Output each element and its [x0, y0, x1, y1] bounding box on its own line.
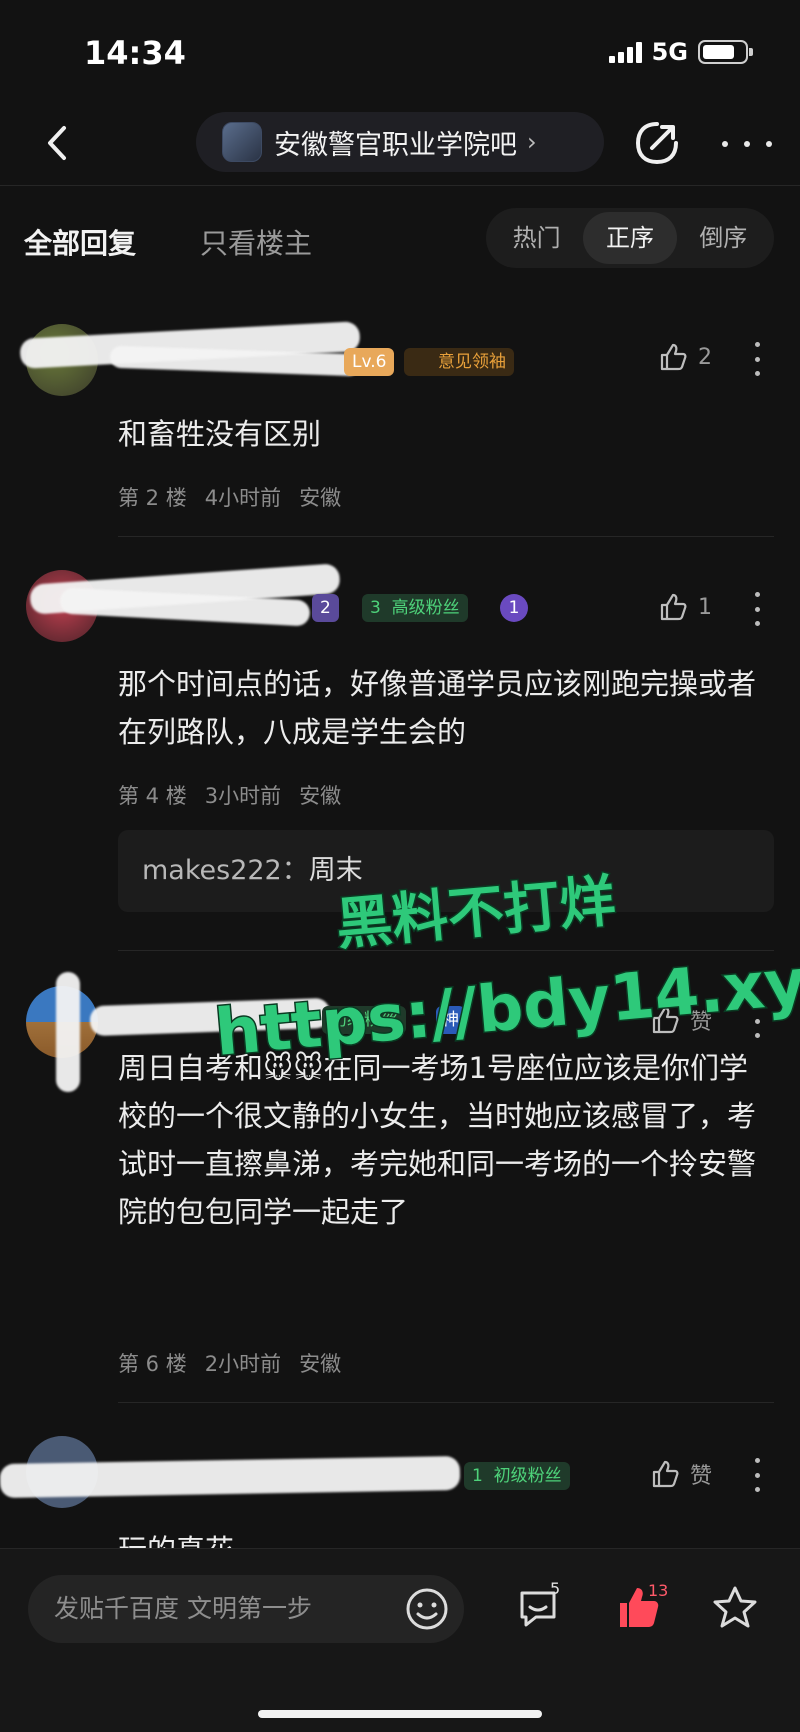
divider: [118, 1402, 774, 1403]
purple-medal-icon: 1: [500, 594, 528, 622]
fan-level-badge: 1 初级粉丝: [464, 1462, 570, 1490]
post-time: 2小时前: [204, 1352, 282, 1376]
status-icons: 5G: [608, 38, 753, 66]
floor-number: 第 2 楼: [118, 486, 187, 510]
thumbs-up-icon: [652, 1006, 679, 1034]
redacted-username: [56, 972, 80, 1092]
floor-number: 第 4 楼: [118, 784, 187, 808]
floor-number: 第 6 楼: [118, 1352, 187, 1376]
chevron-right-icon: ›: [527, 128, 537, 156]
post-content: 那个时间点的话，好像普通学员应该刚跑完操或者在列路队，八成是学生会的: [118, 667, 757, 749]
post-meta: 第 6 楼 2小时前 安徽: [118, 1348, 341, 1378]
like-label: 赞: [689, 1464, 712, 1489]
post-floor-6: 初级粉丝 神 赞 周日自考和🐭🐭在同一考场1号座位应该是你们学校的一个很文静的小…: [0, 962, 800, 1403]
level-badge: Lv.6: [344, 348, 395, 376]
network-label: 5G: [651, 38, 688, 66]
reply-user[interactable]: makes222: [142, 855, 282, 886]
fan-level-badge: 3 高级粉丝: [362, 594, 468, 622]
filter-bar: 全部回复 只看楼主 热门 正序 倒序: [0, 196, 800, 276]
fan-level: 1: [472, 1466, 483, 1486]
divider: [118, 536, 774, 537]
forum-name: 安徽警官职业学院吧: [274, 129, 517, 161]
reply-separator: ：: [281, 855, 309, 886]
like-count: 2: [698, 344, 712, 370]
thumbs-up-icon: [660, 343, 687, 371]
thumbs-up-icon: [652, 1460, 679, 1488]
post-meta: 第 4 楼 3小时前 安徽: [118, 780, 341, 810]
divider: [118, 950, 774, 951]
title-badge: 意见领袖: [404, 348, 514, 376]
fan-title: 初级粉丝: [493, 1466, 562, 1486]
post-location: 安徽: [299, 486, 342, 510]
fan-title-badge: 初级粉丝: [322, 1006, 406, 1034]
reply-text: 周末: [308, 855, 363, 886]
post-location: 安徽: [299, 1352, 342, 1376]
sub-reply[interactable]: makes222：周末: [118, 830, 774, 912]
sort-hot[interactable]: 热门: [490, 212, 583, 264]
post-more-icon[interactable]: [752, 1004, 762, 1038]
post-meta: 第 2 楼 4小时前 安徽: [118, 482, 341, 512]
post-more-icon[interactable]: [752, 342, 762, 376]
tab-all-replies[interactable]: 全部回复: [24, 222, 136, 262]
god-badge: 神: [436, 1006, 465, 1034]
like-count-total: 13: [648, 1581, 669, 1600]
post-floor-4: 2 3 高级粉丝 1 1 那个时间点的话，好像普通学员应该刚跑完操或者在列路队，…: [0, 550, 800, 951]
forum-avatar: [222, 122, 262, 162]
like-button[interactable]: 1: [658, 592, 712, 622]
thumbs-up-icon: [660, 593, 687, 621]
like-button[interactable]: 赞: [650, 1004, 712, 1036]
redacted-username: [0, 1455, 461, 1499]
reply-input[interactable]: 发贴千百度 文明第一步: [28, 1575, 464, 1643]
back-icon[interactable]: [38, 118, 78, 168]
signal-icon: [608, 41, 642, 63]
post-content: 玩的真花: [118, 1526, 768, 1548]
redacted-username: [89, 997, 331, 1037]
status-bar: 14:34 5G: [0, 0, 800, 100]
fan-level: 3: [370, 598, 381, 618]
post-time: 4小时前: [204, 486, 282, 510]
sort-toggle: 热门 正序 倒序: [486, 208, 774, 268]
like-button[interactable]: 2: [658, 342, 712, 372]
fan-title: 高级粉丝: [391, 598, 460, 618]
comment-count: 5: [550, 1579, 561, 1598]
post-content: 和畜牲没有区别: [118, 417, 322, 451]
sort-desc[interactable]: 倒序: [677, 212, 770, 264]
like-count: 1: [698, 594, 712, 620]
star-icon[interactable]: [710, 1583, 760, 1633]
post-time: 3小时前: [204, 784, 282, 808]
post-more-icon[interactable]: [752, 1458, 762, 1492]
forum-pill[interactable]: 安徽警官职业学院吧 ›: [196, 112, 604, 172]
battery-icon: [698, 40, 753, 64]
post-location: 安徽: [299, 784, 342, 808]
level-badge: 2: [312, 594, 339, 622]
sort-asc[interactable]: 正序: [583, 212, 677, 264]
more-icon[interactable]: [722, 124, 772, 164]
post-floor-2: Lv.6 意见领袖 2 和畜牲没有区别 第 2 楼 4小时前 安徽: [0, 300, 800, 537]
status-time: 14:34: [84, 34, 186, 72]
like-button[interactable]: 赞: [650, 1458, 712, 1490]
home-indicator[interactable]: [258, 1710, 542, 1718]
emoji-icon[interactable]: [404, 1586, 450, 1632]
post-floor-next: 1 初级粉丝 赞 玩的真花: [0, 1416, 800, 1548]
tab-only-op[interactable]: 只看楼主: [200, 222, 312, 262]
like-label: 赞: [689, 1010, 712, 1035]
bottom-bar: 发贴千百度 文明第一步 5 13: [0, 1548, 800, 1732]
post-content: 周日自考和🐭🐭在同一考场1号座位应该是你们学校的一个很文静的小女生，当时她应该感…: [118, 1051, 757, 1229]
post-more-icon[interactable]: [752, 592, 762, 626]
share-icon[interactable]: [630, 116, 684, 170]
nav-bar: 安徽警官职业学院吧 ›: [0, 100, 800, 186]
